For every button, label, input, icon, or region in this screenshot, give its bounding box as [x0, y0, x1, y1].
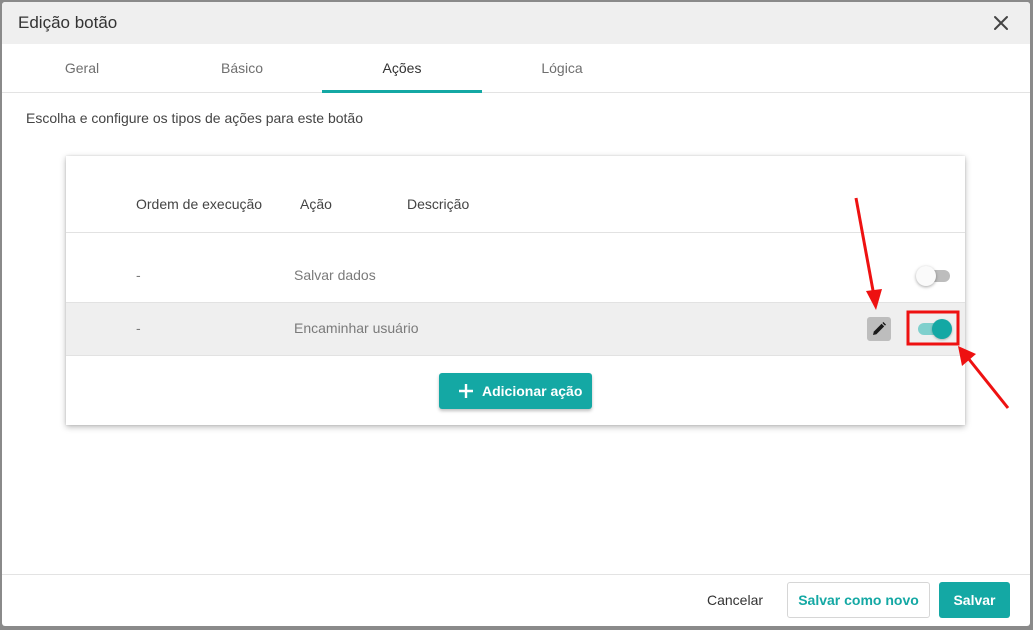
- tab-geral[interactable]: Geral: [2, 44, 162, 92]
- header-description: Descrição: [407, 196, 470, 212]
- header-action: Ação: [300, 196, 332, 212]
- cancel-button[interactable]: Cancelar: [694, 582, 776, 618]
- edit-button-dialog: Edição botão Geral Básico Ações Lógica E…: [2, 2, 1030, 626]
- toggle-knob: [916, 266, 936, 286]
- tab-acoes[interactable]: Ações: [322, 44, 482, 93]
- header-order: Ordem de execução: [136, 196, 263, 212]
- save-button[interactable]: Salvar: [939, 582, 1010, 618]
- pencil-icon: [873, 322, 886, 335]
- add-action-label: Adicionar ação: [482, 383, 583, 399]
- row-order: -: [136, 267, 141, 283]
- tab-bar: Geral Básico Ações Lógica: [2, 44, 1030, 93]
- dialog-title: Edição botão: [18, 13, 118, 32]
- toggle-knob: [932, 319, 952, 339]
- actions-table-card: Ordem de execução Ação Descrição - Salva…: [66, 156, 965, 425]
- save-as-new-button[interactable]: Salvar como novo: [787, 582, 930, 618]
- row-divider: [66, 355, 965, 356]
- row-action: Encaminhar usuário: [294, 320, 419, 336]
- tab-basico[interactable]: Básico: [162, 44, 322, 92]
- tab-logica[interactable]: Lógica: [482, 44, 642, 92]
- plus-icon: [459, 384, 473, 398]
- add-action-button[interactable]: Adicionar ação: [439, 373, 592, 409]
- row-action: Salvar dados: [294, 267, 376, 283]
- edit-action-button[interactable]: [867, 317, 891, 341]
- enable-toggle[interactable]: [916, 266, 952, 286]
- header-divider: [66, 232, 965, 233]
- row-order: -: [136, 320, 141, 336]
- dialog-footer: Cancelar Salvar como novo Salvar: [2, 574, 1030, 626]
- dialog-header: Edição botão: [2, 2, 1030, 44]
- table-row: - Salvar dados: [66, 250, 965, 302]
- enable-toggle[interactable]: [916, 319, 952, 339]
- table-row: - Encaminhar usuário: [66, 303, 965, 355]
- close-icon[interactable]: [990, 12, 1012, 34]
- intro-text: Escolha e configure os tipos de ações pa…: [26, 110, 363, 126]
